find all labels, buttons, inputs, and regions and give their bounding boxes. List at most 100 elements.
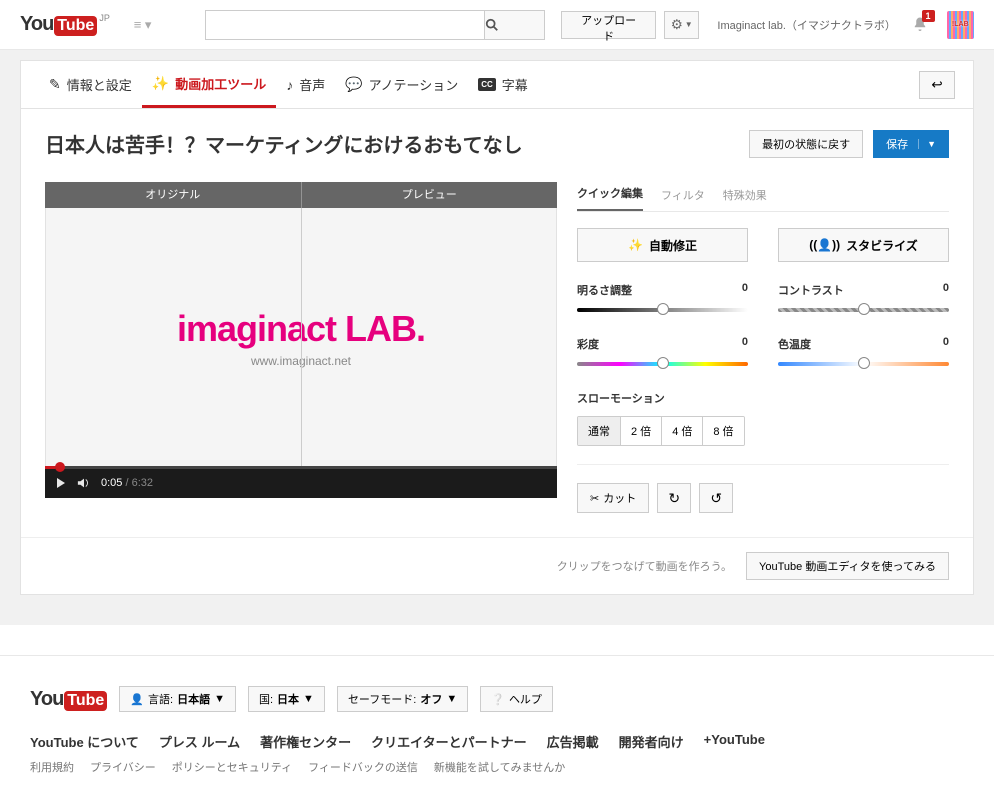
footer-link-plusyoutube[interactable]: +YouTube	[704, 732, 765, 751]
footer-link-developers[interactable]: 開発者向け	[619, 732, 684, 751]
footer-link-privacy[interactable]: プライバシー	[90, 759, 156, 775]
editor-card: ✎情報と設定 ✨動画加工ツール ♪音声 💬アノテーション CC字幕 ↩ 日本人は…	[20, 60, 974, 595]
subtab-effects[interactable]: 特殊効果	[723, 187, 767, 211]
cut-button[interactable]: ✂カット	[577, 483, 649, 513]
tab-annotations[interactable]: 💬アノテーション	[335, 61, 468, 108]
country-label: 国:	[259, 691, 273, 707]
upload-button[interactable]: アップロード	[561, 11, 656, 39]
note-icon: ♪	[286, 77, 293, 93]
page-body: ✎情報と設定 ✨動画加工ツール ♪音声 💬アノテーション CC字幕 ↩ 日本人は…	[0, 50, 994, 625]
footer-logo[interactable]: YouTube	[30, 688, 107, 711]
settings-button[interactable]: ⚙▼	[664, 11, 699, 39]
footer-link-feedback[interactable]: フィードバックの送信	[308, 759, 418, 775]
slowmo-2x[interactable]: 2 倍	[621, 417, 662, 445]
progress-bar[interactable]	[45, 466, 557, 469]
tab-enhance[interactable]: ✨動画加工ツール	[142, 61, 276, 108]
tab-annotations-label: アノテーション	[369, 75, 459, 94]
footer-secondary-links: 利用規約 プライバシー ポリシーとセキュリティ フィードバックの送信 新機能を試…	[30, 759, 964, 775]
search-input[interactable]	[205, 10, 485, 40]
preview-divider	[301, 208, 302, 467]
volume-icon	[77, 477, 91, 489]
footer-link-policy[interactable]: ポリシーとセキュリティ	[172, 759, 292, 775]
wand-icon: ✨	[152, 75, 169, 92]
slowmo-8x[interactable]: 8 倍	[703, 417, 743, 445]
avatar[interactable]: !LAB	[947, 11, 974, 39]
temperature-label: 色温度	[778, 336, 811, 352]
account-name[interactable]: Imaginact lab.（イマジナクトラボ）	[717, 17, 892, 33]
subtab-filters[interactable]: フィルタ	[661, 187, 705, 211]
footer-link-creators[interactable]: クリエイターとパートナー	[371, 732, 526, 751]
edit-subtabs: クイック編集 フィルタ 特殊効果	[577, 182, 949, 212]
contrast-label: コントラスト	[778, 282, 844, 298]
back-button[interactable]: ↩	[919, 71, 955, 99]
cut-label: カット	[603, 490, 636, 506]
notifications-button[interactable]: 1	[911, 16, 929, 34]
language-value: 日本語	[177, 691, 210, 707]
stabilize-button[interactable]: ((👤))スタビライズ	[778, 228, 949, 262]
saturation-slider[interactable]	[577, 356, 748, 370]
footer-link-terms[interactable]: 利用規約	[30, 759, 74, 775]
slowmo-4x[interactable]: 4 倍	[662, 417, 703, 445]
subtab-quick[interactable]: クイック編集	[577, 185, 643, 211]
tab-info[interactable]: ✎情報と設定	[39, 61, 142, 108]
autofix-label: 自動修正	[649, 237, 697, 254]
footer-link-trynew[interactable]: 新機能を試してみませんか	[434, 759, 565, 775]
wand-icon: ✨	[628, 238, 643, 252]
autofix-button[interactable]: ✨ 自動修正	[577, 228, 748, 262]
country-value: 日本	[277, 691, 299, 707]
safemode-label: セーフモード:	[348, 691, 416, 707]
caret-down-icon: ▼	[918, 139, 936, 149]
title-row: 日本人は苦手！？マーケティングにおけるおもてなし 最初の状態に戻す 保存▼	[21, 109, 973, 158]
video-canvas[interactable]: imaginact LAB. www.imaginact.net	[45, 208, 557, 468]
search-icon	[485, 18, 499, 32]
slowmo-group: 通常 2 倍 4 倍 8 倍	[577, 416, 745, 446]
gear-icon: ⚙	[671, 17, 683, 33]
tab-captions-label: 字幕	[502, 75, 528, 94]
brightness-value: 0	[742, 282, 748, 298]
rotate-cw-button[interactable]: ↻	[657, 483, 691, 513]
video-preview-column: オリジナル プレビュー imaginact LAB. www.imaginact…	[45, 182, 557, 498]
country-button[interactable]: 国: 日本 ▼	[248, 686, 325, 712]
footer-link-advertise[interactable]: 広告掲載	[547, 732, 599, 751]
rotate-ccw-button[interactable]: ↺	[699, 483, 733, 513]
save-button[interactable]: 保存 ▼	[873, 130, 949, 158]
help-icon: ❔	[491, 693, 505, 706]
brightness-slider[interactable]	[577, 302, 748, 316]
contrast-slider[interactable]	[778, 302, 949, 316]
time-display: 0:05 / 6:32	[101, 477, 153, 489]
search-button[interactable]	[485, 10, 545, 40]
person-icon: 👤	[130, 693, 144, 706]
contrast-value: 0	[943, 282, 949, 298]
search-form	[205, 10, 545, 40]
saturation-value: 0	[742, 336, 748, 352]
revert-button[interactable]: 最初の状態に戻す	[749, 130, 863, 158]
back-arrow-icon: ↩	[931, 77, 942, 92]
preview-header-label: プレビュー	[302, 182, 558, 208]
guide-menu-button[interactable]: ≡ ▾	[128, 12, 157, 38]
language-label: 言語:	[148, 691, 173, 707]
play-icon	[55, 477, 67, 489]
temperature-slider[interactable]	[778, 356, 949, 370]
tab-info-label: 情報と設定	[67, 75, 132, 94]
safemode-value: オフ	[420, 691, 442, 707]
slowmo-normal[interactable]: 通常	[578, 417, 621, 445]
help-button[interactable]: ❔ ヘルプ	[480, 686, 553, 712]
brightness-label: 明るさ調整	[577, 282, 632, 298]
notification-badge: 1	[922, 10, 935, 22]
play-button[interactable]	[55, 477, 67, 489]
current-time: 0:05	[101, 477, 122, 489]
save-button-label: 保存	[886, 136, 908, 152]
footer-link-about[interactable]: YouTube について	[30, 732, 139, 751]
volume-button[interactable]	[77, 477, 91, 489]
editor-tip: クリップをつなげて動画を作ろう。	[557, 558, 732, 574]
safemode-button[interactable]: セーフモード: オフ ▼	[337, 686, 468, 712]
try-editor-button[interactable]: YouTube 動画エディタを使ってみる	[746, 552, 949, 580]
youtube-logo[interactable]: YouTubeJP	[20, 13, 110, 36]
tab-captions[interactable]: CC字幕	[468, 61, 538, 108]
footer-link-copyright[interactable]: 著作権センター	[260, 732, 351, 751]
tab-audio[interactable]: ♪ 音声	[276, 61, 335, 108]
tab-audio-label: 音声	[299, 75, 325, 94]
stabilize-icon: ((👤))	[809, 238, 840, 252]
footer-link-press[interactable]: プレス ルーム	[159, 732, 240, 751]
language-button[interactable]: 👤 言語: 日本語 ▼	[119, 686, 236, 712]
